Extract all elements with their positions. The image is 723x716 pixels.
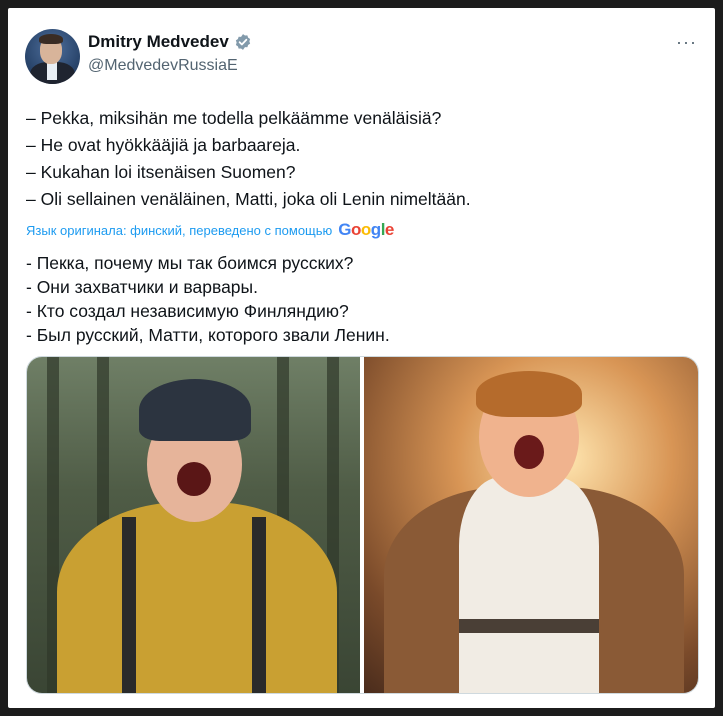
author-name[interactable]: Dmitry Medvedev: [88, 32, 229, 52]
translated-line: - Был русский, Матти, которого звали Лен…: [26, 325, 390, 345]
original-line: – Kukahan loi itsenäisen Suomen?: [26, 162, 296, 182]
ginger-hair: [476, 371, 582, 417]
original-line: – Pekka, miksihän me todella pelkäämme v…: [26, 108, 442, 128]
author-handle[interactable]: @MedvedevRussiaE: [88, 57, 238, 75]
avatar-shirt: [47, 62, 57, 80]
white-shirt: [459, 477, 599, 693]
google-letter: g: [370, 220, 381, 239]
translated-line: - Они захватчики и варвары.: [26, 277, 258, 297]
tweet-card: Dmitry Medvedev @MedvedevRussiaE ··· – P…: [8, 8, 715, 708]
google-letter: G: [338, 220, 352, 239]
google-logo: Google: [338, 220, 394, 240]
author-name-row: Dmitry Medvedev: [88, 32, 252, 52]
translation-attribution[interactable]: Язык оригинала: финский, переведено с по…: [26, 220, 394, 240]
google-letter: e: [384, 220, 394, 239]
verified-badge-icon: [235, 34, 250, 50]
yellow-shirt: [57, 502, 337, 693]
google-letter: o: [360, 220, 371, 239]
suspender-strap: [252, 517, 266, 693]
translated-line: - Пекка, почему мы так боимся русских?: [26, 253, 354, 273]
translation-note: Язык оригинала: финский, переведено с по…: [26, 222, 333, 238]
belt: [459, 619, 599, 633]
tweet-media[interactable]: [26, 356, 699, 694]
translated-line: - Кто создал независимую Финляндию?: [26, 301, 349, 321]
media-image-cartoon[interactable]: [364, 357, 698, 693]
more-options-icon[interactable]: ···: [676, 32, 697, 53]
author-avatar[interactable]: [25, 29, 80, 84]
google-letter: o: [351, 220, 361, 239]
tweet-translated-text: - Пекка, почему мы так боимся русских? -…: [26, 251, 697, 347]
original-line: – Oli sellainen venäläinen, Matti, joka …: [26, 189, 471, 209]
media-image-miner[interactable]: [27, 357, 360, 693]
tweet-original-text: – Pekka, miksihän me todella pelkäämme v…: [26, 105, 697, 213]
open-mouth: [177, 462, 211, 496]
avatar-hair: [39, 34, 63, 44]
open-mouth: [514, 435, 544, 469]
suspender-strap: [122, 517, 136, 693]
original-line: – He ovat hyökkääjiä ja barbaareja.: [26, 135, 301, 155]
hard-hat: [139, 379, 251, 441]
